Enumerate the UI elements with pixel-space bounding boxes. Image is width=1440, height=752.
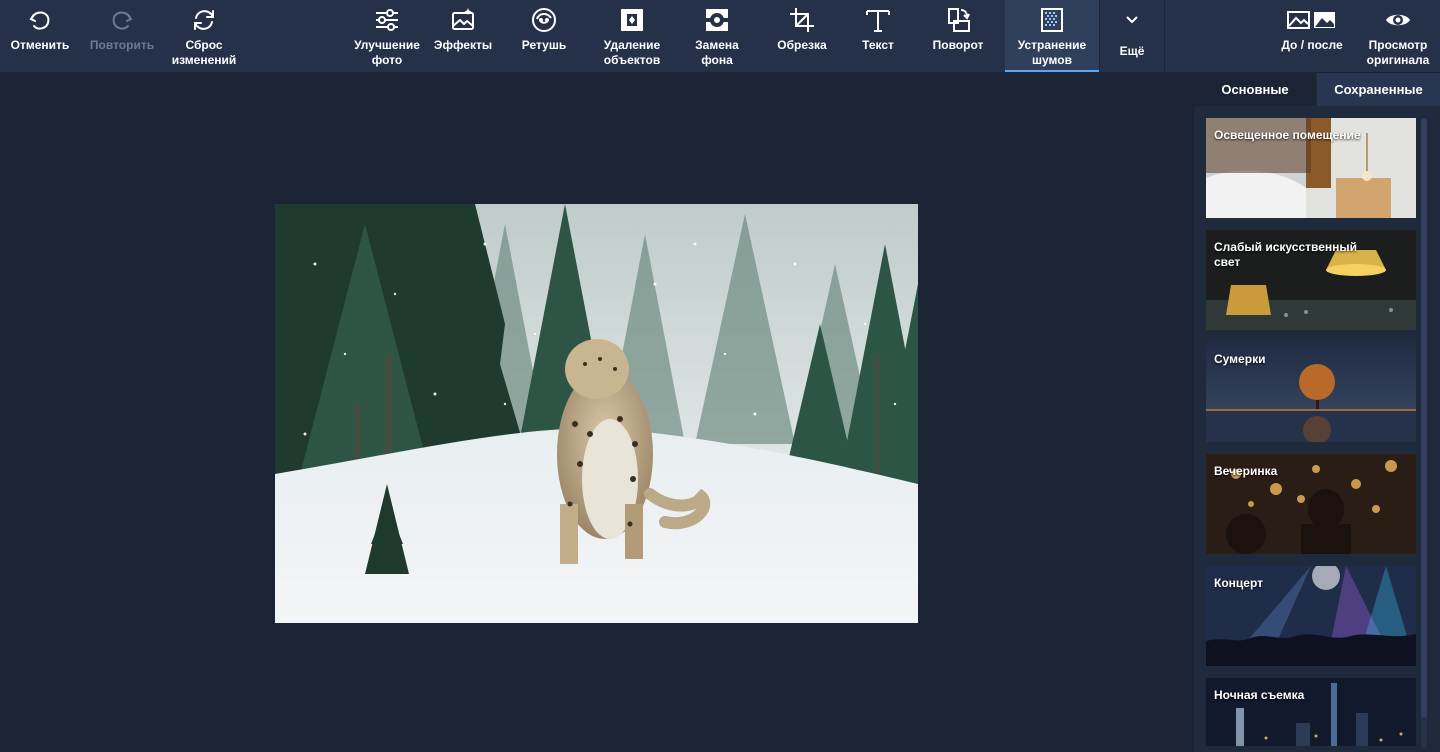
before-after-label: До / после <box>1281 38 1343 52</box>
crop-icon <box>789 7 815 33</box>
preset-label: Освещенное помещение <box>1214 128 1361 142</box>
redo-label: Повторить <box>89 38 155 52</box>
preset-label: Вечеринка <box>1214 464 1278 478</box>
preset-label: Сумерки <box>1214 352 1266 366</box>
chevron-down-icon <box>1124 7 1140 33</box>
text-label: Текст <box>862 38 894 52</box>
replace-bg-label: Замена фона <box>695 38 739 67</box>
rotate-icon <box>945 7 971 33</box>
effects-button[interactable]: Эффекты <box>430 0 496 72</box>
effects-label: Эффекты <box>433 38 493 52</box>
enhance-label: Улучшение фото <box>354 38 420 67</box>
rotate-label: Поворот <box>932 38 984 52</box>
replace-bg-icon <box>704 7 730 33</box>
tab-saved[interactable]: Сохраненные <box>1317 73 1440 106</box>
preset-lit-room[interactable]: Освещенное помещение <box>1206 118 1416 218</box>
tab-basic[interactable]: Основные <box>1194 73 1316 106</box>
presets-sidebar: Основные Сохраненные Освещенное помещени… <box>1194 73 1440 752</box>
preset-scrollbar[interactable] <box>1421 118 1427 748</box>
redo-button[interactable]: Повторить <box>84 0 160 72</box>
reset-button[interactable]: Сброс изменений <box>168 0 240 72</box>
retouch-icon <box>531 7 557 33</box>
retouch-button[interactable]: Ретушь <box>512 0 576 72</box>
before-after-icon <box>1287 7 1337 33</box>
remove-objects-label: Удаление объектов <box>603 38 661 67</box>
retouch-label: Ретушь <box>521 38 567 52</box>
reset-icon <box>191 7 217 33</box>
edited-photo[interactable] <box>275 204 918 623</box>
view-original-button[interactable]: Просмотр оригинала <box>1362 0 1434 72</box>
preset-concert[interactable]: Концерт <box>1206 566 1416 666</box>
before-after-button[interactable]: До / после <box>1272 0 1352 72</box>
preset-party[interactable]: Вечеринка <box>1206 454 1416 554</box>
reset-label: Сброс изменений <box>171 38 237 67</box>
preset-weak-artificial-light[interactable]: Слабый искусственный свет <box>1206 230 1416 330</box>
denoise-icon <box>1039 7 1065 33</box>
preset-twilight[interactable]: Сумерки <box>1206 342 1416 442</box>
text-icon <box>865 7 891 33</box>
sliders-icon <box>374 7 400 33</box>
crop-button[interactable]: Обрезка <box>770 0 834 72</box>
redo-icon <box>109 7 135 33</box>
text-button[interactable]: Текст <box>846 0 910 72</box>
remove-objects-icon <box>619 7 645 33</box>
denoise-button[interactable]: Устранение шумов <box>1005 0 1099 72</box>
more-label: Ещё <box>1119 44 1145 58</box>
preset-label: Ночная съемка <box>1214 688 1305 702</box>
rotate-button[interactable]: Поворот <box>926 0 990 72</box>
toolbar-divider <box>1164 0 1165 72</box>
sidebar-tabs: Основные Сохраненные <box>1194 73 1440 106</box>
effects-icon <box>450 7 476 33</box>
preset-night-shot[interactable]: Ночная съемка <box>1206 678 1416 746</box>
preset-label: Концерт <box>1214 576 1264 590</box>
remove-objects-button[interactable]: Удаление объектов <box>596 0 668 72</box>
view-original-label: Просмотр оригинала <box>1366 38 1430 67</box>
undo-button[interactable]: Отменить <box>4 0 76 72</box>
crop-label: Обрезка <box>777 38 827 52</box>
denoise-label: Устранение шумов <box>1017 38 1087 67</box>
enhance-button[interactable]: Улучшение фото <box>350 0 424 72</box>
scrollbar-thumb[interactable] <box>1421 118 1427 718</box>
undo-label: Отменить <box>10 38 70 52</box>
undo-icon <box>27 7 53 33</box>
replace-bg-button[interactable]: Замена фона <box>684 0 750 72</box>
eye-icon <box>1385 7 1411 33</box>
more-button[interactable]: Ещё <box>1100 0 1164 72</box>
preset-label: Слабый искусственный свет <box>1214 240 1358 269</box>
toolbar: Отменить Повторить Сброс изменений Улучш… <box>0 0 1440 73</box>
